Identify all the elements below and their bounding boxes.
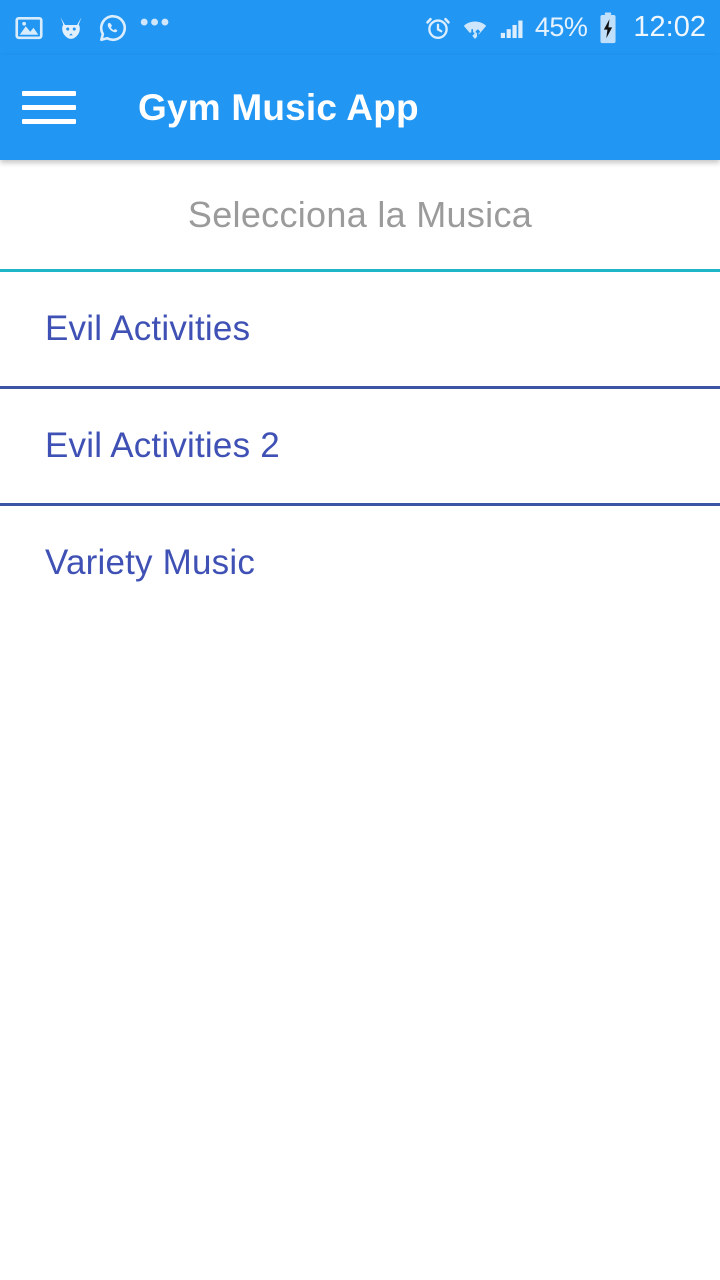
list-item[interactable]: Variety Music bbox=[0, 506, 720, 620]
app-bar: Gym Music App bbox=[0, 55, 720, 160]
status-clock: 12:02 bbox=[633, 11, 706, 43]
section-title: Selecciona la Musica bbox=[187, 194, 533, 235]
status-bar-right-group: 45% 12:02 bbox=[424, 11, 706, 44]
battery-percent-label: 45% bbox=[534, 12, 588, 42]
empty-content-area bbox=[0, 617, 720, 1280]
list-item-label: Evil Activities bbox=[45, 309, 251, 348]
whatsapp-icon bbox=[98, 13, 128, 43]
battery-charging-icon bbox=[596, 11, 620, 44]
gallery-icon bbox=[14, 13, 44, 43]
list-item-label: Variety Music bbox=[45, 543, 256, 582]
status-bar-left-group: ••• bbox=[14, 8, 172, 43]
section-header: Selecciona la Musica bbox=[0, 160, 720, 270]
status-overflow-dots: ••• bbox=[140, 8, 172, 36]
hamburger-menu-icon[interactable] bbox=[22, 85, 84, 131]
wifi-icon bbox=[461, 14, 489, 42]
app-title: Gym Music App bbox=[138, 86, 419, 128]
cellular-signal-icon bbox=[498, 14, 526, 42]
status-bar: ••• 45% 12:02 bbox=[0, 0, 720, 55]
fox-app-icon bbox=[56, 13, 86, 43]
music-list: Evil Activities Evil Activities 2 Variet… bbox=[0, 272, 720, 623]
hamburger-bar-3 bbox=[22, 119, 76, 124]
app-screen: ••• 45% 12:02 Gym Music App Selecciona l… bbox=[0, 0, 720, 1280]
list-item[interactable]: Evil Activities bbox=[0, 272, 720, 386]
list-item[interactable]: Evil Activities 2 bbox=[0, 389, 720, 503]
hamburger-bar-2 bbox=[22, 105, 76, 110]
alarm-clock-icon bbox=[424, 14, 452, 42]
hamburger-bar-1 bbox=[22, 91, 76, 96]
list-item-label: Evil Activities 2 bbox=[45, 426, 280, 465]
